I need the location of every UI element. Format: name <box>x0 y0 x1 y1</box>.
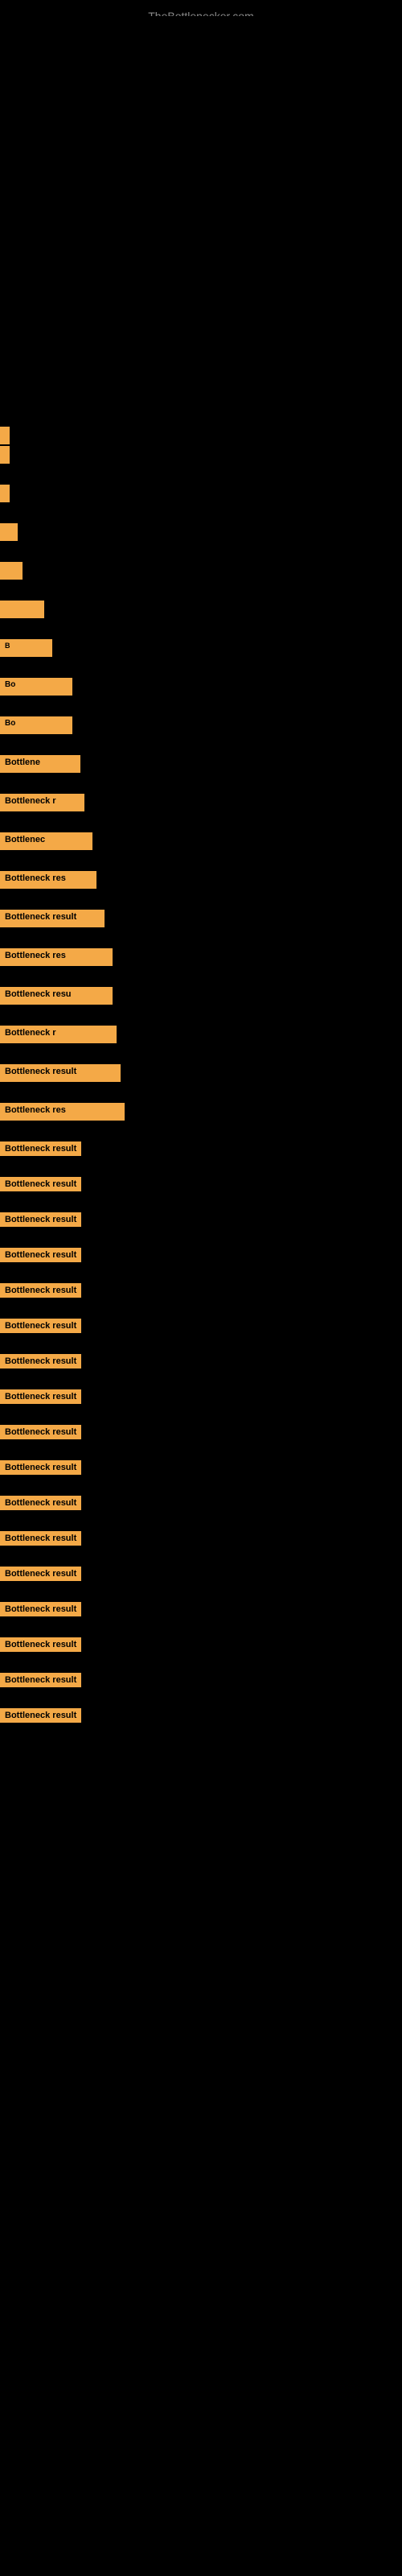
result-label-2 <box>0 446 10 464</box>
result-row-26: Bottleneck result <box>0 1354 402 1368</box>
result-row-20: Bottleneck result <box>0 1141 402 1156</box>
result-label-20: Bottleneck result <box>0 1141 81 1156</box>
result-label-23: Bottleneck result <box>0 1248 81 1262</box>
result-row-28: Bottleneck result <box>0 1425 402 1439</box>
result-label-31: Bottleneck result <box>0 1531 81 1546</box>
result-row-10: Bottlene <box>0 755 402 773</box>
result-label-18: Bottleneck result <box>0 1064 121 1082</box>
result-label-33: Bottleneck result <box>0 1602 81 1616</box>
result-label-10: Bottlene <box>0 755 80 773</box>
result-row-31: Bottleneck result <box>0 1531 402 1546</box>
result-row-4 <box>0 523 402 541</box>
result-row-35: Bottleneck result <box>0 1673 402 1687</box>
result-label-13: Bottleneck res <box>0 871 96 889</box>
result-label-29: Bottleneck result <box>0 1460 81 1475</box>
result-row-23: Bottleneck result <box>0 1248 402 1262</box>
result-label-28: Bottleneck result <box>0 1425 81 1439</box>
result-label-21: Bottleneck result <box>0 1177 81 1191</box>
result-label-8: Bo <box>0 678 72 696</box>
result-row-15: Bottleneck res <box>0 948 402 966</box>
result-row-11: Bottleneck r <box>0 794 402 811</box>
result-row-36: Bottleneck result <box>0 1708 402 1723</box>
result-label-5 <box>0 562 23 580</box>
result-label-27: Bottleneck result <box>0 1389 81 1404</box>
result-label-1 <box>0 427 10 444</box>
result-label-11: Bottleneck r <box>0 794 84 811</box>
result-row-8: Bo <box>0 678 402 696</box>
result-label-3 <box>0 485 10 502</box>
result-row-17: Bottleneck r <box>0 1026 402 1043</box>
result-label-17: Bottleneck r <box>0 1026 117 1043</box>
result-row-2 <box>0 446 402 464</box>
result-label-22: Bottleneck result <box>0 1212 81 1227</box>
result-row-12: Bottlenec <box>0 832 402 850</box>
result-label-24: Bottleneck result <box>0 1283 81 1298</box>
result-label-9: Bo <box>0 716 72 734</box>
result-row-16: Bottleneck resu <box>0 987 402 1005</box>
result-row-5 <box>0 562 402 580</box>
result-row-3 <box>0 485 402 502</box>
result-label-14: Bottleneck result <box>0 910 105 927</box>
result-label-34: Bottleneck result <box>0 1637 81 1652</box>
result-label-12: Bottlenec <box>0 832 92 850</box>
result-row-29: Bottleneck result <box>0 1460 402 1475</box>
result-label-15: Bottleneck res <box>0 948 113 966</box>
result-row-22: Bottleneck result <box>0 1212 402 1227</box>
result-label-6 <box>0 601 44 618</box>
result-label-16: Bottleneck resu <box>0 987 113 1005</box>
result-label-35: Bottleneck result <box>0 1673 81 1687</box>
result-row-9: Bo <box>0 716 402 734</box>
result-row-25: Bottleneck result <box>0 1319 402 1333</box>
result-label-4 <box>0 523 18 541</box>
result-row-27: Bottleneck result <box>0 1389 402 1404</box>
result-label-32: Bottleneck result <box>0 1567 81 1581</box>
result-row-33: Bottleneck result <box>0 1602 402 1616</box>
chart-area <box>0 16 402 419</box>
result-row-14: Bottleneck result <box>0 910 402 927</box>
result-row-30: Bottleneck result <box>0 1496 402 1510</box>
result-row-7: B <box>0 639 402 657</box>
result-row-32: Bottleneck result <box>0 1567 402 1581</box>
result-row-19: Bottleneck res <box>0 1103 402 1121</box>
results-container: B Bo Bo Bottlene Bottleneck r Bottlenec … <box>0 427 402 1724</box>
result-label-19: Bottleneck res <box>0 1103 125 1121</box>
result-label-26: Bottleneck result <box>0 1354 81 1368</box>
result-row-6 <box>0 601 402 618</box>
result-label-36: Bottleneck result <box>0 1708 81 1723</box>
result-row-1 <box>0 427 402 444</box>
result-row-24: Bottleneck result <box>0 1283 402 1298</box>
result-row-18: Bottleneck result <box>0 1064 402 1082</box>
result-row-13: Bottleneck res <box>0 871 402 889</box>
result-label-25: Bottleneck result <box>0 1319 81 1333</box>
result-row-34: Bottleneck result <box>0 1637 402 1652</box>
result-label-7: B <box>0 639 52 657</box>
result-row-21: Bottleneck result <box>0 1177 402 1191</box>
result-label-30: Bottleneck result <box>0 1496 81 1510</box>
